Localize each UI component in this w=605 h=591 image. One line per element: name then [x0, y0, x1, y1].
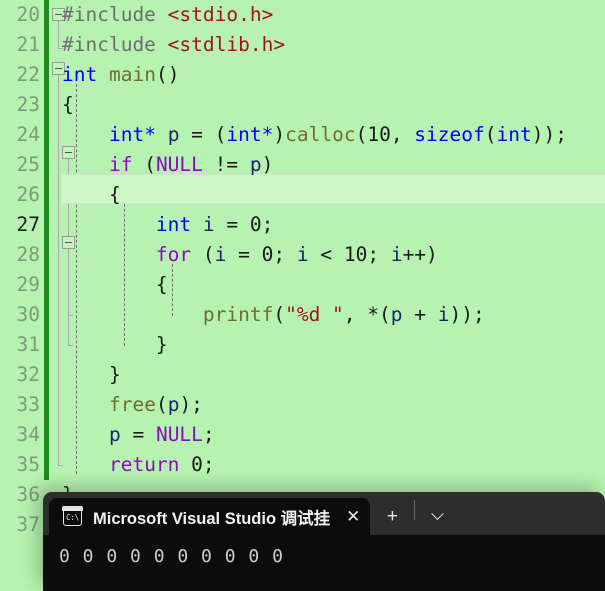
line-number: 32 — [16, 363, 40, 386]
code-line[interactable]: 20 #include <stdio.h> — [0, 0, 605, 30]
terminal-tab-strip[interactable]: C:\ Microsoft Visual Studio 调试挂 ✕ + — [43, 492, 605, 535]
line-content-34: p = NULL; — [108, 423, 215, 446]
code-line[interactable]: 32 } — [0, 360, 605, 390]
line-content-21: #include <stdlib.h> — [62, 33, 286, 56]
line-content-25: if (NULL != p) — [108, 153, 274, 176]
line-number: 34 — [16, 423, 40, 446]
code-line[interactable]: 29 { — [0, 270, 605, 300]
line-number: 23 — [16, 93, 40, 116]
console-icon: C:\ — [62, 506, 83, 526]
line-number: 35 — [16, 453, 40, 476]
line-content-32: } — [62, 363, 121, 386]
code-line[interactable]: 26 { — [0, 180, 605, 210]
code-line[interactable]: 31 } — [0, 330, 605, 360]
line-number: 30 — [16, 303, 40, 326]
line-number: 22 — [16, 63, 40, 86]
line-content-23: { — [62, 93, 74, 116]
code-line[interactable]: 33 free(p); — [0, 390, 605, 420]
new-tab-button[interactable]: + — [370, 498, 414, 535]
code-line[interactable]: 35 return 0; — [0, 450, 605, 480]
code-line[interactable]: 23 { — [0, 90, 605, 120]
line-number: 25 — [16, 153, 40, 176]
code-line[interactable]: 22 int main() — [0, 60, 605, 90]
code-line[interactable]: 25 if (NULL != p) — [0, 150, 605, 180]
line-content-29: { — [62, 273, 168, 296]
line-content-33: free(p); — [108, 393, 203, 416]
line-content-20: #include <stdio.h> — [62, 3, 274, 26]
line-content-22: int main() — [62, 63, 180, 86]
code-line[interactable]: 24 int* p = (int*)calloc(10, sizeof(int)… — [0, 120, 605, 150]
chevron-down-glyph — [431, 507, 444, 521]
line-number: 27 — [16, 213, 40, 236]
line-number: 21 — [16, 33, 40, 56]
code-line[interactable]: 21 #include <stdlib.h> — [0, 30, 605, 60]
terminal-output-area[interactable]: 0 0 0 0 0 0 0 0 0 0 — [43, 535, 605, 591]
terminal-window[interactable]: C:\ Microsoft Visual Studio 调试挂 ✕ + 0 0 … — [43, 492, 605, 591]
line-number: 31 — [16, 333, 40, 356]
line-content-27: int i = 0; — [155, 213, 274, 236]
line-number: 36 — [16, 483, 40, 506]
line-content-31: } — [62, 333, 168, 356]
terminal-tab-active[interactable]: C:\ Microsoft Visual Studio 调试挂 ✕ — [49, 498, 371, 535]
line-number: 28 — [16, 243, 40, 266]
code-line[interactable]: 34 p = NULL; — [0, 420, 605, 450]
screen: 20 #include <stdio.h> 21 #include <stdli… — [0, 0, 605, 591]
console-icon-label: C:\ — [66, 513, 79, 522]
line-number: 33 — [16, 393, 40, 416]
line-number: 26 — [16, 183, 40, 206]
line-content-28: for (i = 0; i < 10; i++) — [155, 243, 438, 266]
line-number: 24 — [16, 123, 40, 146]
terminal-tab-title: Microsoft Visual Studio 调试挂 — [93, 509, 331, 528]
line-content-35: return 0; — [108, 453, 215, 476]
terminal-output-text: 0 0 0 0 0 0 0 0 0 0 — [59, 546, 284, 567]
line-number: 20 — [16, 3, 40, 26]
line-content-24: int* p = (int*)calloc(10, sizeof(int)); — [108, 123, 567, 146]
code-line[interactable]: 28 for (i = 0; i < 10; i++) — [0, 240, 605, 270]
close-icon[interactable]: ✕ — [346, 508, 360, 525]
chevron-down-icon[interactable] — [415, 498, 459, 535]
line-content-30: printf("%d ", *(p + i)); — [202, 303, 485, 326]
line-number: 37 — [16, 513, 40, 536]
line-number: 29 — [16, 273, 40, 296]
code-line[interactable]: 30 printf("%d ", *(p + i)); — [0, 300, 605, 330]
code-line-current[interactable]: 27 int i = 0; — [0, 210, 605, 240]
line-content-26: { — [62, 183, 121, 206]
